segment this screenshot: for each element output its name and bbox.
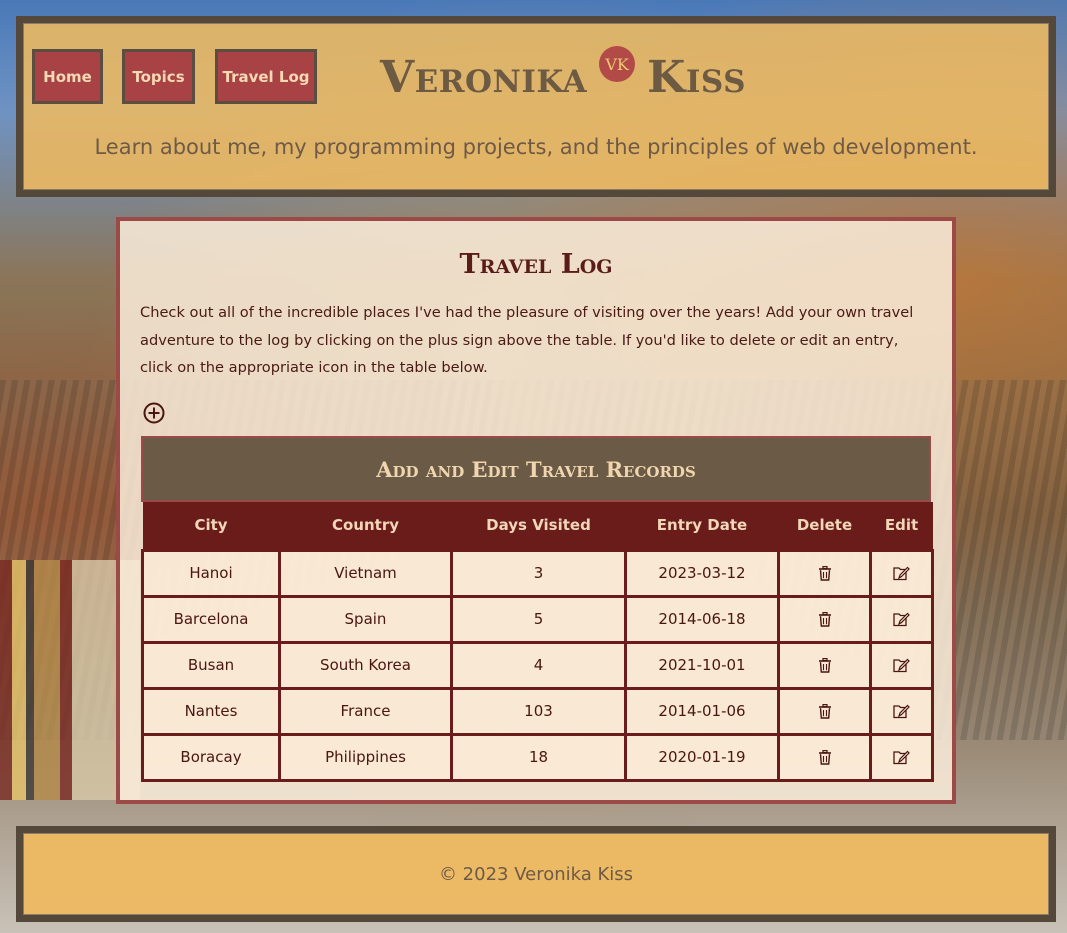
col-header-delete: Delete [778, 502, 871, 550]
edit-folder-icon[interactable] [893, 750, 910, 765]
trash-icon[interactable] [818, 565, 832, 581]
plus-circle-icon[interactable] [142, 401, 166, 425]
cell-entry-date: 2014-06-18 [624, 594, 780, 644]
main-nav: Home Topics Travel Log [32, 49, 317, 104]
cell-country: Spain [278, 594, 453, 644]
nav-topics-button[interactable]: Topics [122, 49, 195, 104]
page-title: Travel Log [459, 249, 613, 280]
site-header: Home Topics Travel Log Veronika VK Kiss … [16, 16, 1056, 197]
cell-country: France [278, 686, 453, 736]
cell-days-visited: 5 [450, 594, 627, 644]
nav-travel-log-button[interactable]: Travel Log [215, 49, 317, 104]
cell-city: Nantes [141, 686, 281, 736]
edit-folder-icon[interactable] [893, 704, 910, 719]
cell-entry-date: 2020-01-19 [624, 732, 780, 782]
edit-folder-icon[interactable] [893, 566, 910, 581]
cell-delete [777, 594, 872, 644]
cell-delete [777, 640, 872, 690]
travel-records-table: City Country Days Visited Entry Date Del… [141, 502, 934, 782]
cell-city: Hanoi [141, 548, 281, 598]
cell-days-visited: 4 [450, 640, 627, 690]
travel-records-table-wrapper: Add and Edit Travel Records City Country… [141, 436, 934, 782]
cell-delete [777, 732, 872, 782]
trash-icon[interactable] [818, 703, 832, 719]
cell-entry-date: 2014-01-06 [624, 686, 780, 736]
cell-entry-date: 2023-03-12 [624, 548, 780, 598]
cell-city: Boracay [141, 732, 281, 782]
cell-country: South Korea [278, 640, 453, 690]
cell-edit [869, 594, 934, 644]
cell-edit [869, 640, 934, 690]
cell-country: Vietnam [278, 548, 453, 598]
cell-delete [777, 548, 872, 598]
table-caption: Add and Edit Travel Records [141, 436, 931, 502]
nav-home-button[interactable]: Home [32, 49, 103, 104]
footer-copyright: © 2023 Veronika Kiss [438, 863, 634, 885]
trash-icon[interactable] [818, 657, 832, 673]
cell-city: Barcelona [141, 594, 281, 644]
table-row: Barcelona Spain 5 2014-06-18 [141, 594, 934, 644]
edit-folder-icon[interactable] [893, 612, 910, 627]
intro-text: Check out all of the incredible places I… [140, 304, 914, 376]
trash-icon[interactable] [818, 749, 832, 765]
table-row: Hanoi Vietnam 3 2023-03-12 [141, 548, 934, 598]
col-header-days-visited: Days Visited [451, 502, 626, 550]
cell-days-visited: 103 [450, 686, 627, 736]
table-body: Hanoi Vietnam 3 2023-03-12 Barcelona Spain 5 20… [141, 548, 934, 782]
site-tagline: Learn about me, my programming projects,… [94, 135, 978, 159]
col-header-edit: Edit [870, 502, 933, 550]
cell-days-visited: 3 [450, 548, 627, 598]
vk-logo-icon: VK [599, 46, 636, 82]
travel-log-card: Travel Log Check out all of the incredib… [116, 217, 956, 804]
cell-country: Philippines [278, 732, 453, 782]
table-row: Boracay Philippines 18 2020-01-19 [141, 732, 934, 782]
cell-city: Busan [141, 640, 281, 690]
col-header-country: Country [279, 502, 452, 550]
table-row: Nantes France 103 2014-01-06 [141, 686, 934, 736]
edit-folder-icon[interactable] [893, 658, 910, 673]
brand-last-name: Kiss [647, 51, 746, 103]
col-header-entry-date: Entry Date [625, 502, 779, 550]
cell-edit [869, 548, 934, 598]
table-head: City Country Days Visited Entry Date Del… [142, 502, 933, 550]
cell-edit [869, 686, 934, 736]
cell-days-visited: 18 [450, 732, 627, 782]
cell-edit [869, 732, 934, 782]
site-footer: © 2023 Veronika Kiss [16, 826, 1056, 922]
cell-entry-date: 2021-10-01 [624, 640, 780, 690]
site-brand: Veronika VK Kiss [380, 46, 746, 107]
trash-icon[interactable] [818, 611, 832, 627]
cell-delete [777, 686, 872, 736]
brand-first-name: Veronika [380, 51, 588, 103]
table-row: Busan South Korea 4 2021-10-01 [141, 640, 934, 690]
col-header-city: City [142, 502, 280, 550]
